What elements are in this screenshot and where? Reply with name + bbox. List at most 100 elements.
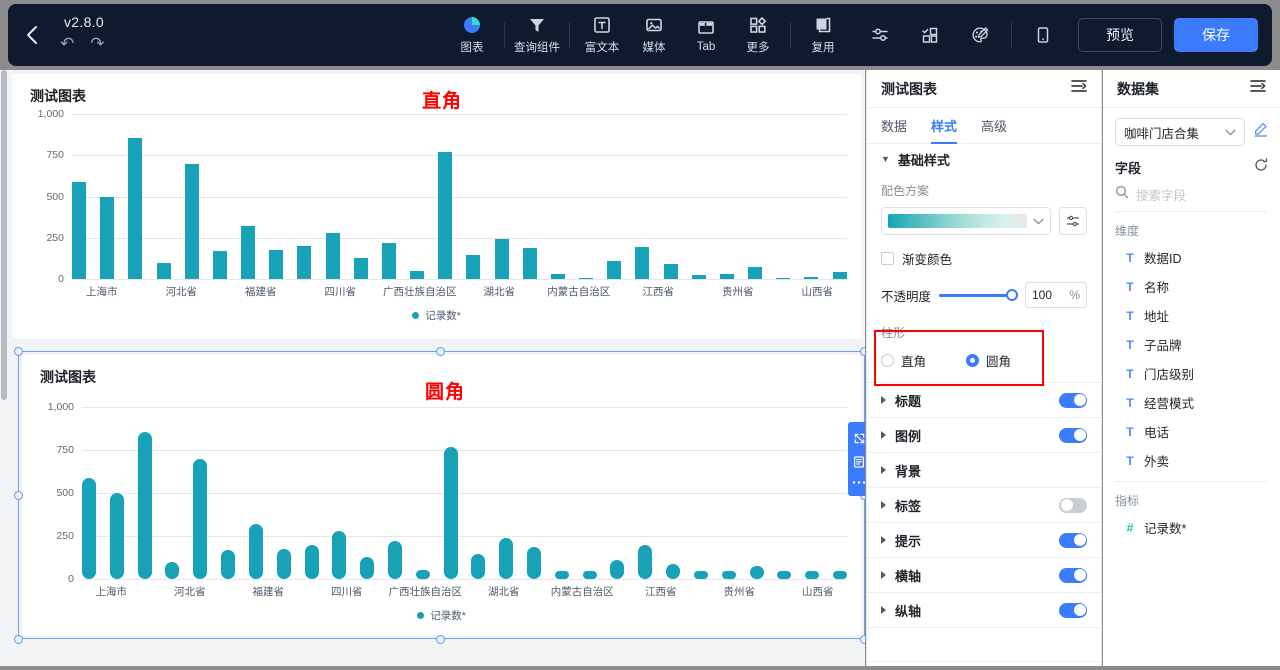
opacity-slider[interactable] [939, 288, 1017, 302]
chart-bar[interactable] [354, 258, 368, 279]
chart-bar[interactable] [555, 571, 569, 579]
panel-menu-icon[interactable] [1071, 79, 1087, 98]
dimension-field[interactable]: T名称 [1115, 272, 1268, 301]
chart-bar[interactable] [777, 571, 791, 579]
resize-handle-top-right[interactable] [860, 347, 865, 356]
chart-bar[interactable] [607, 261, 621, 279]
design-canvas[interactable]: 测试图表 直角 02505007501,000 上海市河北省福建省四川省广西壮族… [8, 70, 865, 666]
slider-knob[interactable] [1006, 289, 1018, 301]
dimension-field[interactable]: T数据ID [1115, 243, 1268, 272]
resize-handle-top-center[interactable] [436, 347, 445, 356]
chart-bar[interactable] [527, 547, 541, 579]
chart-bar[interactable] [610, 560, 624, 579]
canvas-scrollbar[interactable] [0, 70, 8, 666]
panel-menu-icon[interactable] [1250, 79, 1266, 98]
chart-bar[interactable] [579, 278, 593, 279]
chart-bar[interactable] [157, 263, 171, 280]
tool-chart[interactable]: 图表 [446, 4, 498, 66]
chart-bar[interactable] [185, 164, 199, 280]
chart-bar[interactable] [100, 197, 114, 280]
tool-more[interactable]: 更多 [732, 4, 784, 66]
more-dots-icon[interactable] [852, 480, 865, 485]
tab-advanced[interactable]: 高级 [981, 108, 1007, 144]
chart-bar[interactable] [82, 478, 96, 579]
chart-bar[interactable] [444, 447, 458, 579]
chart-bar[interactable] [410, 271, 424, 279]
gradient-checkbox[interactable] [881, 252, 894, 265]
chart-bar[interactable] [110, 493, 124, 579]
chart-card-round[interactable]: 测试图表 圆角 02505007501,000 上海市河北省福建省四川省广西壮族… [22, 355, 861, 635]
dimension-field[interactable]: T经营模式 [1115, 388, 1268, 417]
chart-bar[interactable] [666, 564, 680, 579]
canvas-scrollbar-thumb[interactable] [1, 70, 7, 400]
chart-legend-round[interactable]: 记录数* [22, 608, 861, 623]
section-x-axis[interactable]: 横轴 [867, 557, 1101, 592]
redo-icon[interactable]: ↷ [90, 35, 104, 52]
refresh-icon[interactable] [1254, 158, 1268, 177]
resize-handle-bottom-left[interactable] [14, 635, 23, 644]
section-legend[interactable]: 图例 [867, 417, 1101, 452]
chart-bar[interactable] [499, 538, 513, 579]
chart-bar[interactable] [692, 275, 706, 279]
section-background[interactable]: 背景 [867, 452, 1101, 487]
chart-bar[interactable] [138, 432, 152, 579]
undo-icon[interactable]: ↶ [60, 35, 74, 52]
chart-bar[interactable] [165, 562, 179, 579]
layout-icon[interactable] [913, 18, 947, 52]
dimension-field[interactable]: T子品牌 [1115, 330, 1268, 359]
chart-bar[interactable] [277, 549, 291, 579]
expand-icon[interactable] [854, 433, 865, 444]
dataset-select[interactable]: 咖啡门店合集 [1115, 118, 1245, 146]
resize-handle-top-left[interactable] [14, 347, 23, 356]
chart-bar[interactable] [495, 239, 509, 279]
chart-bar[interactable] [694, 571, 708, 579]
chart-bar[interactable] [193, 459, 207, 579]
chart-bar[interactable] [664, 264, 678, 279]
section-y-axis-toggle[interactable] [1059, 603, 1087, 618]
chart-bar[interactable] [382, 243, 396, 279]
chart-bar[interactable] [241, 226, 255, 279]
resize-handle-bottom-center[interactable] [436, 635, 445, 644]
tool-reuse[interactable]: 复用 [797, 4, 849, 66]
section-base-style-header[interactable]: ▼ 基础样式 [867, 144, 1101, 174]
chart-bar[interactable] [72, 182, 86, 279]
tool-rich-text[interactable]: 富文本 [576, 4, 628, 66]
chart-bar[interactable] [388, 541, 402, 579]
opacity-input[interactable]: 100 % [1025, 282, 1087, 308]
measure-field[interactable]: #记录数* [1115, 513, 1268, 542]
tab-style[interactable]: 样式 [931, 108, 957, 144]
chart-legend-sharp[interactable]: 记录数* [12, 308, 861, 323]
chart-bar[interactable] [638, 545, 652, 579]
chart-bar[interactable] [213, 251, 227, 279]
resize-handle-bottom-right[interactable] [860, 635, 865, 644]
color-settings-icon[interactable] [1059, 207, 1087, 235]
document-icon[interactable] [853, 456, 865, 468]
chart-bar[interactable] [438, 152, 452, 279]
section-label-toggle[interactable] [1059, 498, 1087, 513]
section-y-axis[interactable]: 纵轴 [867, 592, 1101, 627]
field-search-input[interactable]: 搜索字段 [1136, 185, 1186, 204]
tool-tab[interactable]: Tab [680, 4, 732, 66]
section-x-axis-toggle[interactable] [1059, 568, 1087, 583]
section-title-toggle[interactable] [1059, 393, 1087, 408]
sliders-icon[interactable] [863, 18, 897, 52]
chart-bar[interactable] [750, 566, 764, 579]
tool-query-widget[interactable]: 查询组件 [511, 4, 563, 66]
section-tooltip[interactable]: 提示 [867, 522, 1101, 557]
chart-bar[interactable] [332, 531, 346, 579]
chart-bar[interactable] [720, 274, 734, 279]
chart-bar[interactable] [326, 233, 340, 279]
chart-card-sharp[interactable]: 测试图表 直角 02505007501,000 上海市河北省福建省四川省广西壮族… [12, 74, 861, 339]
chart-bar[interactable] [297, 246, 311, 279]
chart-bar[interactable] [471, 554, 485, 579]
chart-bar[interactable] [416, 570, 430, 579]
chart-bar[interactable] [804, 277, 818, 279]
chart-bar[interactable] [833, 571, 847, 579]
chart-bar[interactable] [128, 138, 142, 279]
color-scheme-select[interactable] [881, 207, 1051, 235]
resize-handle-left[interactable] [14, 491, 23, 500]
radio-sharp-corner[interactable]: 直角 [881, 351, 926, 370]
mobile-icon[interactable] [1026, 18, 1060, 52]
chart-bar[interactable] [748, 267, 762, 279]
chart-bar[interactable] [360, 557, 374, 579]
